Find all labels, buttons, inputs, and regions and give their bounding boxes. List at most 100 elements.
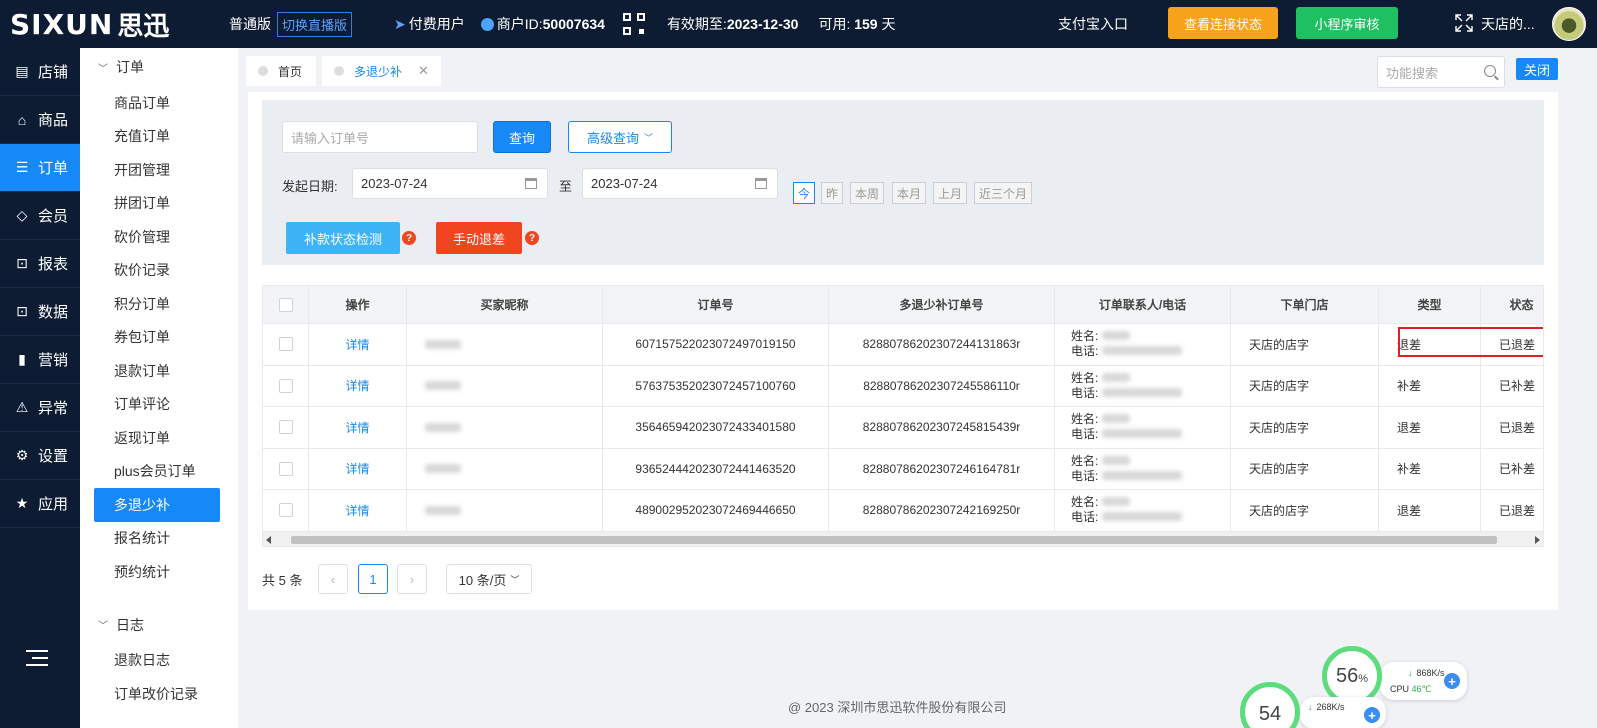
sub-nav-log-item[interactable]: 订单改价记录	[80, 677, 238, 711]
memory-gauge-2[interactable]: 54	[1240, 682, 1300, 728]
nav-item-label: 报表	[38, 256, 69, 273]
diff-status: 已退差	[1481, 490, 1543, 531]
row-checkbox[interactable]	[278, 461, 293, 476]
sub-nav-item[interactable]: 退款订单	[80, 354, 238, 388]
tab-current[interactable]: 多退少补 ✕	[322, 56, 441, 86]
tab-home[interactable]: 首页	[246, 56, 316, 86]
quick-date-button[interactable]: 上月	[933, 182, 968, 204]
sub-nav-item[interactable]: plus会员订单	[80, 455, 238, 489]
redacted-text	[1101, 346, 1182, 356]
sub-nav-item[interactable]: 充值订单	[80, 120, 238, 154]
page-size-select[interactable]: 10 条/页 ﹀	[446, 564, 532, 594]
main-content: 请输入订单号 查询 高级查询 ﹀ 发起日期: 2023-07-24 至 2023…	[248, 92, 1558, 610]
row-checkbox-cell	[263, 490, 309, 531]
sub-nav-item[interactable]: 预约统计	[80, 555, 238, 589]
scroll-right-icon[interactable]	[1535, 536, 1540, 544]
to-label: 至	[559, 179, 573, 194]
help-icon[interactable]: ?	[402, 231, 416, 245]
sub-group-order[interactable]: ﹀ 订单	[80, 48, 238, 86]
sub-nav-item[interactable]: 砍价管理	[80, 220, 238, 254]
nav-item-0[interactable]: ▤ 店铺	[0, 48, 80, 96]
sub-nav-item[interactable]: 开团管理	[80, 153, 238, 187]
close-all-button[interactable]: 关闭	[1516, 58, 1558, 80]
advanced-query-button[interactable]: 高级查询 ﹀	[568, 121, 672, 153]
qrcode-icon[interactable]	[622, 13, 645, 35]
nav-item-label: 营销	[38, 352, 69, 369]
function-search-input[interactable]: 功能搜索	[1377, 56, 1505, 88]
nav-item-8[interactable]: ⚙ 设置	[0, 432, 80, 480]
add-icon[interactable]: +	[1444, 673, 1460, 689]
prev-page-button[interactable]: ‹	[318, 564, 348, 594]
quick-date-button[interactable]: 昨	[821, 182, 844, 204]
select-all-checkbox[interactable]	[278, 297, 293, 312]
diff-order-number: 828807862023072455861​10r	[829, 365, 1055, 406]
detail-link[interactable]: 详情	[345, 377, 369, 394]
sub-nav-item[interactable]: 积分订单	[80, 287, 238, 321]
sub-nav-item[interactable]: 拼团订单	[80, 187, 238, 221]
quick-date-button[interactable]: 今	[793, 182, 816, 204]
search-icon[interactable]	[1484, 65, 1496, 77]
page-1-button[interactable]: 1	[358, 564, 388, 594]
date-to-input[interactable]: 2023-07-24	[582, 168, 778, 199]
row-checkbox[interactable]	[278, 337, 293, 352]
quick-date-button[interactable]: 本月	[892, 182, 927, 204]
order-number-input[interactable]: 请输入订单号	[282, 121, 478, 153]
fullscreen-icon[interactable]	[1455, 14, 1473, 32]
close-icon[interactable]: ✕	[418, 63, 429, 79]
shop-name[interactable]: 天店的...	[1481, 14, 1535, 34]
scrollbar-thumb[interactable]	[291, 536, 1497, 544]
scroll-left-icon[interactable]	[266, 536, 271, 544]
row-checkbox[interactable]	[278, 378, 293, 393]
menu-toggle-icon[interactable]	[26, 650, 48, 668]
nav-item-9[interactable]: ★ 应用	[0, 480, 80, 528]
nav-item-5[interactable]: ⊡ 数据	[0, 288, 80, 336]
nav-item-2[interactable]: ☰ 订单	[0, 144, 80, 192]
contact-info: 姓名: 电话:	[1055, 365, 1231, 406]
row-checkbox-cell	[263, 324, 309, 365]
switch-live-button[interactable]: 切换直播版	[277, 11, 353, 37]
add-icon[interactable]: +	[1364, 707, 1380, 723]
vertical-scrollbar[interactable]	[1584, 92, 1597, 728]
check-connection-button[interactable]: 查看连接状态	[1168, 7, 1278, 39]
quick-date-button[interactable]: 近三个月	[974, 182, 1033, 204]
nav-item-4[interactable]: ⊡ 报表	[0, 240, 80, 288]
sub-nav-item[interactable]: 砍价记录	[80, 254, 238, 288]
avatar[interactable]	[1552, 7, 1586, 41]
manual-refund-button[interactable]: 手动退差	[436, 222, 522, 254]
sub-nav-item[interactable]: 报名统计	[80, 522, 238, 556]
query-button[interactable]: 查询	[493, 121, 551, 153]
sub-nav-item[interactable]: 返现订单	[80, 421, 238, 455]
detail-link[interactable]: 详情	[345, 336, 369, 353]
alipay-entry-link[interactable]: 支付宝入口	[1058, 14, 1128, 34]
table-row: 详情 607157522023072497019150 82880786202307…	[263, 324, 1543, 366]
nav-item-3[interactable]: ◇ 会员	[0, 192, 80, 240]
row-checkbox[interactable]	[278, 420, 293, 435]
nav-item-7[interactable]: ⚠ 异常	[0, 384, 80, 432]
check-status-button[interactable]: 补款状态检测	[286, 222, 400, 254]
nav-item-label: 设置	[38, 448, 69, 465]
sub-nav-log-item[interactable]: 退款日志	[80, 644, 238, 678]
redacted-text	[1101, 512, 1182, 522]
available-days: 可用: 159 天	[818, 14, 895, 34]
sub-nav-item[interactable]: 券包订单	[80, 321, 238, 355]
diff-order-number: 828807862023072461647​81r	[829, 448, 1055, 489]
miniapp-audit-button[interactable]: 小程序审核	[1296, 7, 1398, 39]
detail-link[interactable]: 详情	[345, 419, 369, 436]
order-number: 576375352023072457100760	[603, 365, 829, 406]
redacted-text	[1101, 455, 1130, 465]
detail-link[interactable]: 详情	[345, 502, 369, 519]
horizontal-scrollbar[interactable]	[263, 531, 1543, 546]
next-page-button[interactable]: ›	[397, 564, 427, 594]
nav-item-1[interactable]: ⌂ 商品	[0, 96, 80, 144]
nav-item-6[interactable]: ▮ 营销	[0, 336, 80, 384]
sub-nav-item[interactable]: 商品订单	[80, 86, 238, 120]
date-from-input[interactable]: 2023-07-24	[352, 168, 548, 199]
sub-nav-item[interactable]: 多退少补	[94, 488, 220, 522]
detail-link[interactable]: 详情	[345, 460, 369, 477]
sub-group-log[interactable]: ﹀ 日志	[80, 606, 238, 644]
row-checkbox[interactable]	[278, 503, 293, 518]
sub-nav-item[interactable]: 订单评论	[80, 388, 238, 422]
quick-date-button[interactable]: 本周	[850, 182, 885, 204]
column-header: 类型	[1379, 286, 1481, 323]
help-icon[interactable]: ?	[525, 231, 539, 245]
